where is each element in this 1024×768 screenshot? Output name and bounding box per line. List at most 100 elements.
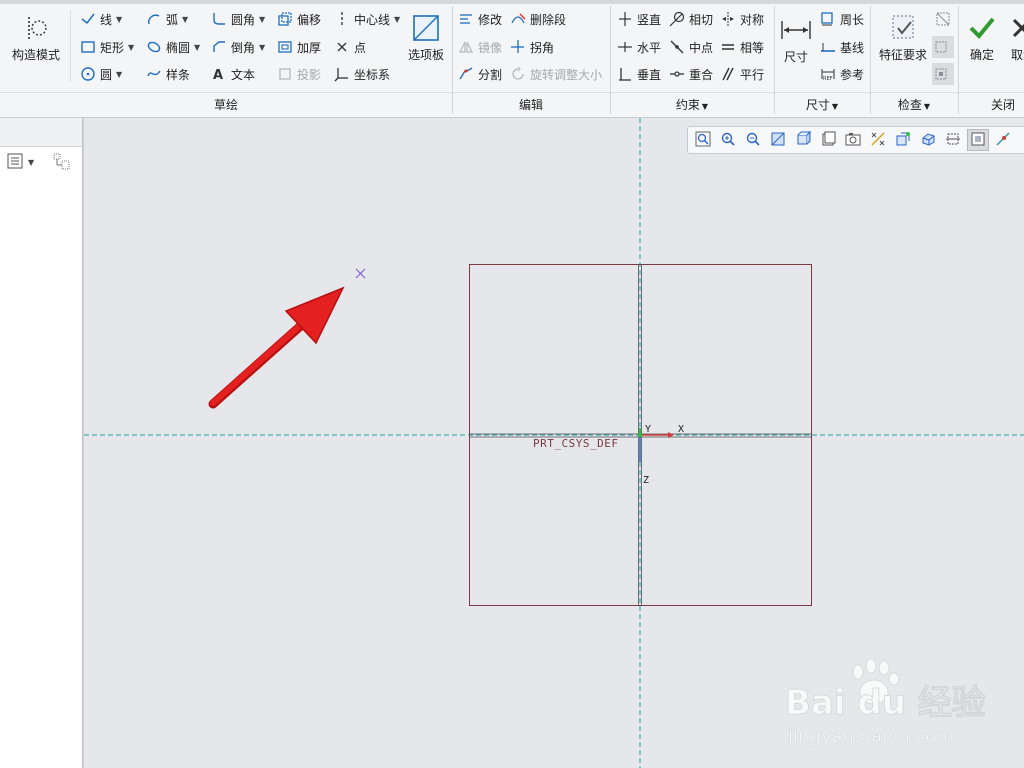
arc-button[interactable]: 弧 ▼ xyxy=(145,8,188,30)
project-button[interactable]: 投影 xyxy=(276,63,321,85)
model-tree-panel: ▼ xyxy=(0,118,83,768)
reference-label: 参考 xyxy=(840,67,865,82)
dropdown-arrow-icon: ▼ xyxy=(701,102,709,111)
point-button[interactable]: 点 xyxy=(333,36,366,58)
repaint-icon xyxy=(770,131,786,150)
sketch-canvas[interactable]: Y X Z PRT_CSYS_DEF Bai du 经验 jingyan.bai… xyxy=(84,118,1024,768)
cancel-button[interactable]: 取消 xyxy=(1005,10,1024,63)
circle-button[interactable]: 圆 ▼ xyxy=(79,63,122,85)
tree-display-button[interactable]: ▼ xyxy=(6,152,34,173)
offset-button[interactable]: 偏移 xyxy=(276,8,321,30)
dropdown-arrow-icon[interactable]: ▼ xyxy=(394,15,400,24)
display-style-icon xyxy=(795,130,812,150)
modify-button[interactable]: 修改 xyxy=(457,8,502,30)
zoom-in-button[interactable] xyxy=(717,129,739,151)
line-icon xyxy=(79,10,97,28)
fillet-icon xyxy=(210,10,228,28)
perpendicular-constraint-button[interactable]: 垂直 xyxy=(616,63,661,85)
ellipse-button[interactable]: 椭圆 ▼ xyxy=(145,36,200,58)
parallel-constraint-button[interactable]: 平行 xyxy=(719,63,764,85)
sketcher-display-filters-button[interactable] xyxy=(967,129,989,151)
palette-icon xyxy=(409,10,443,46)
horizontal-constraint-button[interactable]: 水平 xyxy=(616,36,661,58)
open-ends-check-icon xyxy=(932,38,950,56)
palette-label: 选项板 xyxy=(407,48,444,62)
coord-system-label: 坐标系 xyxy=(354,67,391,82)
dropdown-arrow-icon[interactable]: ▼ xyxy=(28,158,34,167)
dropdown-arrow-icon[interactable]: ▼ xyxy=(182,15,188,24)
sketch-point-marker[interactable] xyxy=(355,268,366,279)
chamfer-icon xyxy=(210,38,228,56)
constraint-display-button[interactable] xyxy=(992,129,1014,151)
camera-icon xyxy=(845,131,861,150)
mirror-button[interactable]: 镜像 xyxy=(457,36,502,58)
rectangle-button[interactable]: 矩形 ▼ xyxy=(79,36,134,58)
line-label: 线 xyxy=(100,12,113,27)
perpendicular-constraint-icon xyxy=(616,65,634,83)
group-label-constrain[interactable]: 约束 ▼ xyxy=(610,95,774,115)
dropdown-arrow-icon[interactable]: ▼ xyxy=(116,70,122,79)
baseline-button[interactable]: 基线 xyxy=(819,36,864,58)
delete-segment-button[interactable]: 删除段 xyxy=(509,8,566,30)
graphics-window[interactable]: Y X Z PRT_CSYS_DEF Bai du 经验 jingyan.bai… xyxy=(84,118,1024,768)
chamfer-button[interactable]: 倒角 ▼ xyxy=(210,36,265,58)
tangent-constraint-button[interactable]: 相切 xyxy=(668,8,713,30)
parallel-constraint-label: 平行 xyxy=(740,67,765,82)
dropdown-arrow-icon[interactable]: ▼ xyxy=(128,43,134,52)
ok-button[interactable]: 确定 xyxy=(964,10,1000,63)
line-button[interactable]: 线 ▼ xyxy=(79,8,122,30)
group-label-edit: 编辑 xyxy=(518,98,543,112)
coordinate-system[interactable]: Y X Z PRT_CSYS_DEF xyxy=(533,424,684,486)
overlap-check-icon xyxy=(934,10,951,28)
tree-filter-button[interactable] xyxy=(52,152,72,175)
datum-display-button[interactable] xyxy=(867,129,889,151)
divide-button[interactable]: 分割 xyxy=(457,63,502,85)
zoom-out-button[interactable] xyxy=(742,129,764,151)
repaint-button[interactable] xyxy=(767,129,789,151)
rotate-resize-button[interactable]: 旋转调整大小 xyxy=(509,63,602,85)
coincident-constraint-button[interactable]: 重合 xyxy=(668,63,713,85)
centerline-button[interactable]: 中心线 ▼ xyxy=(333,8,400,30)
open-ends-check-button[interactable] xyxy=(932,36,954,58)
group-label-inspect[interactable]: 检查 ▼ xyxy=(870,95,958,115)
construction-mode-button[interactable]: 构造模式 xyxy=(8,10,64,63)
text-button[interactable]: A 文本 xyxy=(210,63,255,85)
dropdown-arrow-icon: ▼ xyxy=(831,102,839,111)
dimension-button[interactable]: 尺寸 xyxy=(778,12,814,65)
corner-button[interactable]: 拐角 xyxy=(509,36,554,58)
dropdown-arrow-icon[interactable]: ▼ xyxy=(116,15,122,24)
saved-orientations-button[interactable] xyxy=(817,129,839,151)
equal-constraint-button[interactable]: 相等 xyxy=(719,36,764,58)
perimeter-button[interactable]: 周长 xyxy=(819,8,864,30)
midpoint-constraint-button[interactable]: 中点 xyxy=(668,36,713,58)
rectangle-label: 矩形 xyxy=(100,40,125,55)
dropdown-arrow-icon[interactable]: ▼ xyxy=(259,43,265,52)
annotation-display-button[interactable] xyxy=(892,129,914,151)
shade-closed-loops-button[interactable] xyxy=(932,63,954,85)
svg-text:A: A xyxy=(213,68,223,82)
palette-button[interactable]: 选项板 xyxy=(404,10,448,63)
vertical-constraint-icon xyxy=(616,10,634,28)
group-label-dimension[interactable]: 尺寸 ▼ xyxy=(774,95,870,115)
spline-button[interactable]: 样条 xyxy=(145,63,190,85)
view-manager-button[interactable] xyxy=(842,129,864,151)
overlap-check-button[interactable] xyxy=(934,8,954,30)
vertical-constraint-button[interactable]: 竖直 xyxy=(616,8,661,30)
thicken-button[interactable]: 加厚 xyxy=(276,36,321,58)
watermark-url: jingyan.baidu.com xyxy=(787,726,954,747)
coord-system-button[interactable]: 坐标系 xyxy=(333,63,390,85)
csys-z-label: Z xyxy=(643,475,649,486)
ok-label: 确定 xyxy=(969,48,994,62)
tangent-constraint-label: 相切 xyxy=(689,12,714,27)
sketch-view-button[interactable] xyxy=(942,129,964,151)
display-style-button[interactable] xyxy=(792,129,814,151)
spin-center-button[interactable] xyxy=(917,129,939,151)
fillet-button[interactable]: 圆角 ▼ xyxy=(210,8,265,30)
feature-requirements-button[interactable]: 特征要求 xyxy=(874,10,932,63)
symmetric-constraint-button[interactable]: 对称 xyxy=(719,8,764,30)
dropdown-arrow-icon[interactable]: ▼ xyxy=(259,15,265,24)
reference-button[interactable]: REF 参考 xyxy=(819,63,864,85)
dropdown-arrow-icon[interactable]: ▼ xyxy=(194,43,200,52)
zoom-fit-button[interactable] xyxy=(692,129,714,151)
watermark-brand: Bai du 经验 xyxy=(785,683,986,723)
